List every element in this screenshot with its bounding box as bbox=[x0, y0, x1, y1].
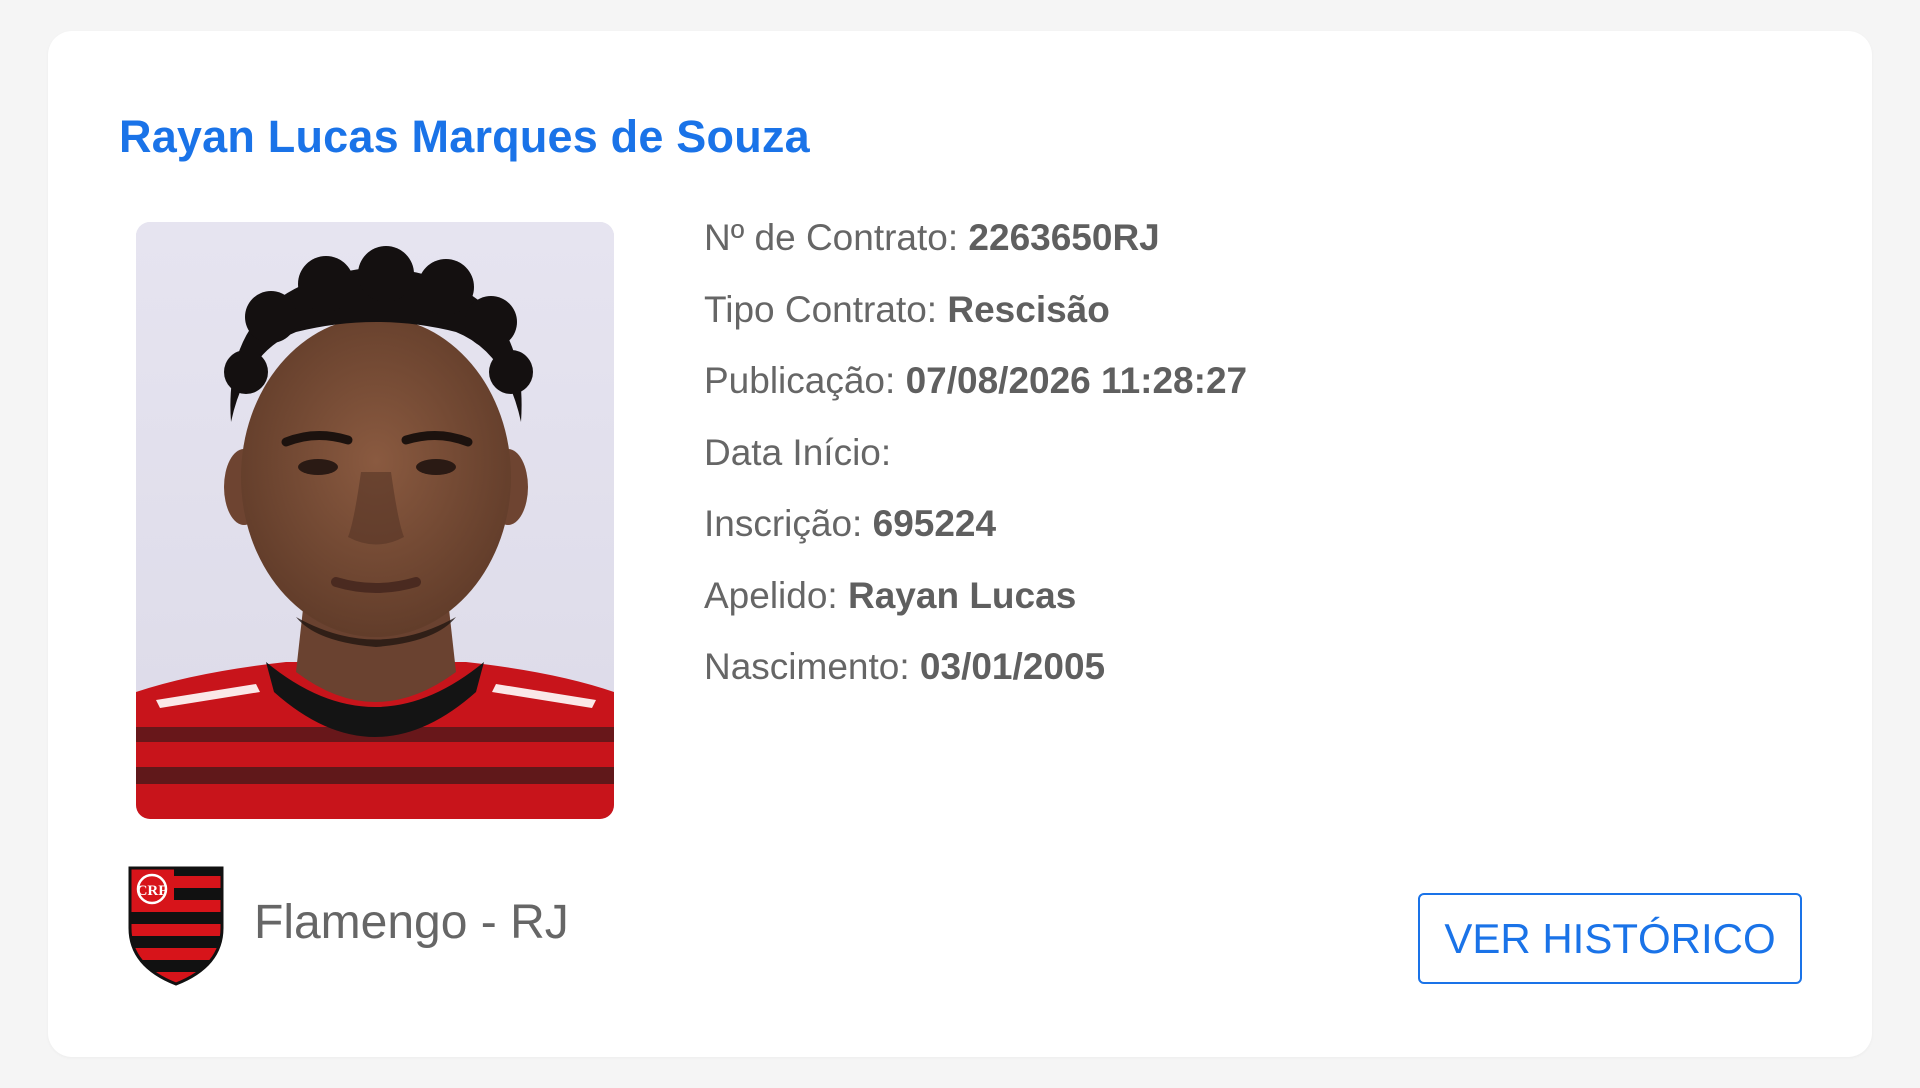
detail-label: Inscrição: bbox=[704, 503, 873, 544]
detail-value: 695224 bbox=[872, 503, 997, 544]
detail-value: 03/01/2005 bbox=[919, 646, 1106, 687]
detail-value: 07/08/2026 11:28:27 bbox=[905, 360, 1248, 401]
detail-value: Rayan Lucas bbox=[848, 574, 1077, 616]
contract-details: Nº de Contrato: 2263650RJ Tipo Contrato:… bbox=[704, 216, 1247, 717]
detail-label: Tipo Contrato: bbox=[704, 288, 948, 330]
detail-label: Nascimento: bbox=[704, 646, 920, 687]
club-name: Flamengo - RJ bbox=[254, 895, 569, 949]
detail-registration: Inscrição: 695224 bbox=[704, 502, 1247, 574]
player-photo bbox=[136, 222, 614, 819]
detail-start-date: Data Início: bbox=[704, 431, 1247, 503]
detail-value: Rescisão bbox=[947, 288, 1110, 330]
detail-publication: Publicação: 07/08/2026 11:28:27 bbox=[704, 359, 1247, 431]
view-history-button[interactable]: VER HISTÓRICO bbox=[1418, 893, 1802, 984]
flamengo-crest-icon: CRF bbox=[128, 866, 224, 986]
detail-label: Publicação: bbox=[704, 360, 906, 401]
player-name: Rayan Lucas Marques de Souza bbox=[119, 111, 810, 162]
detail-label: Apelido: bbox=[704, 574, 848, 616]
detail-label: Nº de Contrato: bbox=[704, 217, 969, 258]
detail-label: Data Início: bbox=[704, 431, 892, 473]
club-info: CRF Flamengo - RJ bbox=[128, 866, 569, 986]
detail-contract-number: Nº de Contrato: 2263650RJ bbox=[704, 216, 1247, 288]
detail-birth: Nascimento: 03/01/2005 bbox=[704, 645, 1247, 717]
detail-contract-type: Tipo Contrato: Rescisão bbox=[704, 288, 1247, 360]
detail-value: 2263650RJ bbox=[968, 217, 1160, 258]
player-card: Rayan Lucas Marques de Souza Nº de Contr… bbox=[48, 31, 1872, 1057]
player-photo-illustration bbox=[136, 222, 614, 819]
detail-nickname: Apelido: Rayan Lucas bbox=[704, 574, 1247, 646]
svg-text:CRF: CRF bbox=[137, 883, 168, 899]
